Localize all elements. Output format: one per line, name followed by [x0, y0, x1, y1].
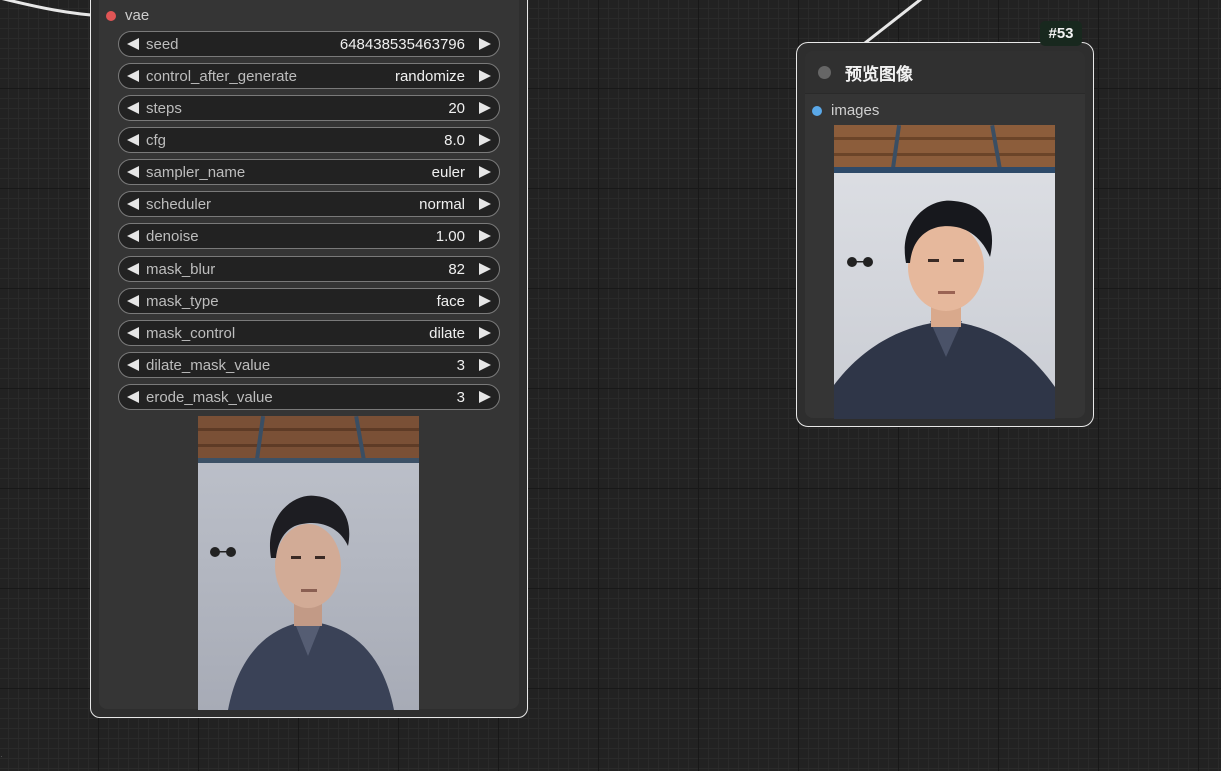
input-slot-label: images: [831, 102, 880, 119]
increment-icon[interactable]: [479, 134, 491, 146]
increment-icon[interactable]: [479, 327, 491, 339]
widget-mask-control[interactable]: mask_control dilate: [118, 320, 500, 346]
increment-icon[interactable]: [479, 295, 491, 307]
widget-label: erode_mask_value: [146, 388, 273, 406]
widget-value[interactable]: 3: [457, 389, 465, 406]
decrement-icon[interactable]: [127, 166, 139, 178]
increment-icon[interactable]: [479, 391, 491, 403]
widget-dilate-mask-value[interactable]: dilate_mask_value 3: [118, 352, 500, 378]
input-slot-vae[interactable]: vae: [106, 7, 149, 24]
widget-value[interactable]: 648438535463796: [340, 36, 465, 53]
widget-value[interactable]: 82: [448, 261, 465, 278]
vae-slot-dot-icon[interactable]: [106, 10, 116, 21]
decrement-icon[interactable]: [127, 230, 139, 242]
increment-icon[interactable]: [479, 102, 491, 114]
decrement-icon[interactable]: [127, 134, 139, 146]
widget-value[interactable]: dilate: [429, 325, 465, 342]
widget-label: seed: [146, 35, 179, 53]
node-status-dot-icon: [818, 65, 831, 79]
increment-icon[interactable]: [479, 263, 491, 275]
input-slot-images[interactable]: images: [812, 102, 879, 119]
widget-scheduler[interactable]: scheduler normal: [118, 191, 500, 217]
node-title: 预览图像: [845, 64, 913, 84]
decrement-icon[interactable]: [127, 198, 139, 210]
images-slot-dot-icon[interactable]: [812, 105, 822, 116]
widget-label: mask_blur: [146, 260, 216, 278]
node-id-badge: #53: [1040, 21, 1082, 46]
widget-label: control_after_generate: [146, 67, 297, 85]
decrement-icon[interactable]: [127, 102, 139, 114]
widget-label: steps: [146, 99, 182, 117]
widget-label: scheduler: [146, 195, 212, 213]
decrement-icon[interactable]: [127, 391, 139, 403]
portrait-illustration: [198, 416, 419, 710]
widget-label: denoise: [146, 227, 199, 245]
widget-label: mask_type: [146, 292, 219, 310]
widget-value[interactable]: 1.00: [436, 228, 465, 245]
widget-mask-blur[interactable]: mask_blur 82: [118, 256, 500, 282]
widget-mask-type[interactable]: mask_type face: [118, 288, 500, 314]
output-image-left: [198, 416, 419, 710]
widget-value[interactable]: 20: [448, 100, 465, 117]
increment-icon[interactable]: [479, 198, 491, 210]
corner-mark: ·: [0, 752, 3, 761]
increment-icon[interactable]: [479, 230, 491, 242]
decrement-icon[interactable]: [127, 38, 139, 50]
widget-cfg[interactable]: cfg 8.0: [118, 127, 500, 153]
decrement-icon[interactable]: [127, 359, 139, 371]
widget-control-after-generate[interactable]: control_after_generate randomize: [118, 63, 500, 89]
increment-icon[interactable]: [479, 38, 491, 50]
decrement-icon[interactable]: [127, 70, 139, 82]
widget-sampler-name[interactable]: sampler_name euler: [118, 159, 500, 185]
widget-value[interactable]: euler: [432, 164, 465, 181]
increment-icon[interactable]: [479, 359, 491, 371]
widget-label: sampler_name: [146, 163, 246, 181]
decrement-icon[interactable]: [127, 327, 139, 339]
widget-value[interactable]: 3: [457, 357, 465, 374]
widget-label: dilate_mask_value: [146, 356, 271, 374]
preview-image: [834, 125, 1055, 419]
increment-icon[interactable]: [479, 166, 491, 178]
portrait-illustration: [834, 125, 1055, 419]
widget-label: cfg: [146, 131, 167, 149]
input-slot-label: vae: [125, 7, 150, 24]
widget-value[interactable]: randomize: [395, 68, 465, 85]
increment-icon[interactable]: [479, 70, 491, 82]
widget-steps[interactable]: steps 20: [118, 95, 500, 121]
widget-erode-mask-value[interactable]: erode_mask_value 3: [118, 384, 500, 410]
widget-seed[interactable]: seed 648438535463796: [118, 31, 500, 57]
widget-label: mask_control: [146, 324, 236, 342]
widget-value[interactable]: face: [437, 293, 465, 310]
decrement-icon[interactable]: [127, 263, 139, 275]
preview-node-title-bar[interactable]: 预览图像: [805, 51, 1085, 94]
widget-value[interactable]: normal: [419, 196, 465, 213]
widget-denoise[interactable]: denoise 1.00: [118, 223, 500, 249]
decrement-icon[interactable]: [127, 295, 139, 307]
widget-value[interactable]: 8.0: [444, 132, 465, 149]
